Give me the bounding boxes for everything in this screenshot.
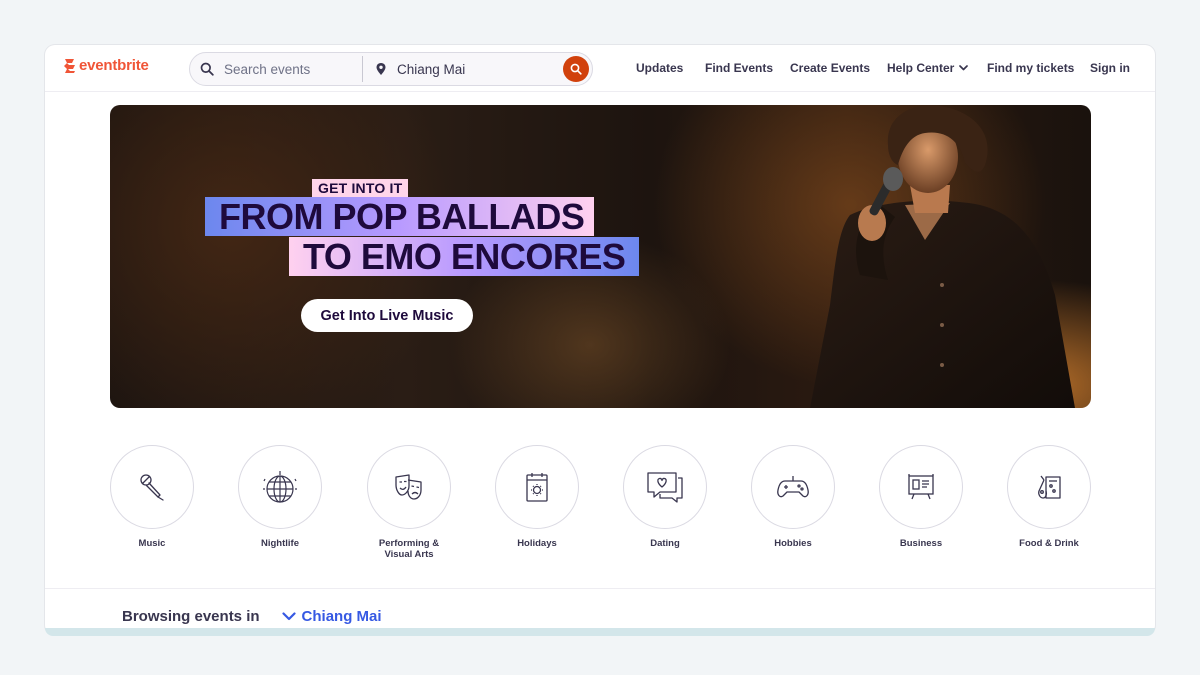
category-performing-arts-label: Performing & Visual Arts <box>359 538 459 560</box>
eventbrite-logo-icon <box>64 58 75 73</box>
chat-heart-icon <box>647 472 683 503</box>
nav-create-events[interactable]: Create Events <box>790 61 870 75</box>
disco-ball-icon <box>263 471 297 503</box>
nav-updates[interactable]: Updates <box>636 61 683 75</box>
nav-help-center[interactable]: Help Center <box>887 61 969 75</box>
nav-find-tickets-label: Find my tickets <box>987 61 1075 75</box>
get-into-live-music-button[interactable]: Get Into Live Music <box>301 299 473 332</box>
theater-masks-icon <box>395 474 422 500</box>
calendar-icon <box>526 473 548 502</box>
presentation-board-icon <box>908 474 934 500</box>
browsing-label: Browsing events in <box>122 608 260 625</box>
browser-page: eventbrite Chiang Mai <box>45 45 1155 635</box>
category-performing-arts-label-line1: Performing & <box>378 538 440 549</box>
eventbrite-logo[interactable]: eventbrite <box>63 57 149 74</box>
category-hobbies-circle[interactable] <box>751 445 835 529</box>
search-button[interactable] <box>563 56 589 82</box>
gamepad-icon <box>777 476 809 498</box>
nav-create-events-label: Create Events <box>790 61 871 75</box>
hero-headline-line1: FROM POP BALLADS <box>205 197 595 236</box>
search-icon <box>190 62 224 76</box>
category-holidays-circle[interactable] <box>495 445 579 529</box>
location-pin-icon <box>376 63 386 75</box>
category-dating-circle[interactable] <box>623 445 707 529</box>
chevron-down-icon <box>959 65 969 71</box>
category-performing-arts-circle[interactable] <box>367 445 451 529</box>
category-nightlife-label: Nightlife <box>261 538 299 549</box>
chevron-down-icon <box>281 612 296 621</box>
browsing-location-bar: Browsing events in Chiang Mai <box>122 608 382 625</box>
browsing-location-value: Chiang Mai <box>301 608 382 625</box>
nav-find-events[interactable]: Find Events <box>705 61 773 75</box>
drinks-icon <box>1038 475 1061 499</box>
nav-find-events-label: Find Events <box>705 61 774 75</box>
hero-headline-line2: TO EMO ENCORES <box>289 237 640 276</box>
category-business-label: Business <box>899 538 943 549</box>
site-header: eventbrite Chiang Mai <box>45 45 1155 92</box>
nav-sign-in[interactable]: Sign in <box>1090 61 1130 75</box>
hero-banner[interactable]: GET INTO IT FROM POP BALLADS TO EMO ENCO… <box>110 105 1091 408</box>
category-business[interactable]: Business <box>879 445 963 549</box>
category-music-circle[interactable] <box>110 445 194 529</box>
microphone-icon <box>140 474 164 501</box>
category-row: Music Nightlife Performing & Visual Arts… <box>110 445 1091 565</box>
category-hobbies-label: Hobbies <box>774 538 812 549</box>
browsing-location-dropdown[interactable]: Chiang Mai <box>281 608 382 625</box>
category-music-label: Music <box>138 538 166 549</box>
category-holidays[interactable]: Holidays <box>495 445 579 549</box>
category-nightlife[interactable]: Nightlife <box>238 445 322 549</box>
brand-name: eventbrite <box>79 57 149 74</box>
category-dating[interactable]: Dating <box>623 445 707 549</box>
category-music[interactable]: Music <box>110 445 194 549</box>
category-food-drink-label: Food & Drink <box>1019 538 1079 549</box>
window-bottom-edge <box>45 628 1155 636</box>
location-input[interactable]: Chiang Mai <box>375 62 592 77</box>
category-nightlife-circle[interactable] <box>238 445 322 529</box>
nav-sign-in-label: Sign in <box>1090 61 1130 75</box>
category-food-drink[interactable]: Food & Drink <box>1007 445 1091 549</box>
singer-photo <box>810 105 1075 408</box>
search-icon <box>570 63 582 75</box>
category-food-drink-circle[interactable] <box>1007 445 1091 529</box>
category-performing-arts-label-line2: Visual Arts <box>384 549 434 560</box>
hero-kicker: GET INTO IT <box>312 179 409 197</box>
section-divider <box>45 588 1155 589</box>
category-holidays-label: Holidays <box>517 538 557 549</box>
search-bar: Chiang Mai <box>189 52 593 86</box>
category-dating-label: Dating <box>650 538 680 549</box>
search-divider <box>362 56 363 82</box>
category-hobbies[interactable]: Hobbies <box>751 445 835 549</box>
category-business-circle[interactable] <box>879 445 963 529</box>
location-value: Chiang Mai <box>397 61 466 77</box>
nav-updates-label: Updates <box>636 61 684 75</box>
nav-help-center-label: Help Center <box>887 61 955 75</box>
category-performing-visual-arts[interactable]: Performing & Visual Arts <box>367 445 451 560</box>
search-input[interactable] <box>224 61 360 77</box>
nav-find-my-tickets[interactable]: Find my tickets <box>987 61 1074 75</box>
